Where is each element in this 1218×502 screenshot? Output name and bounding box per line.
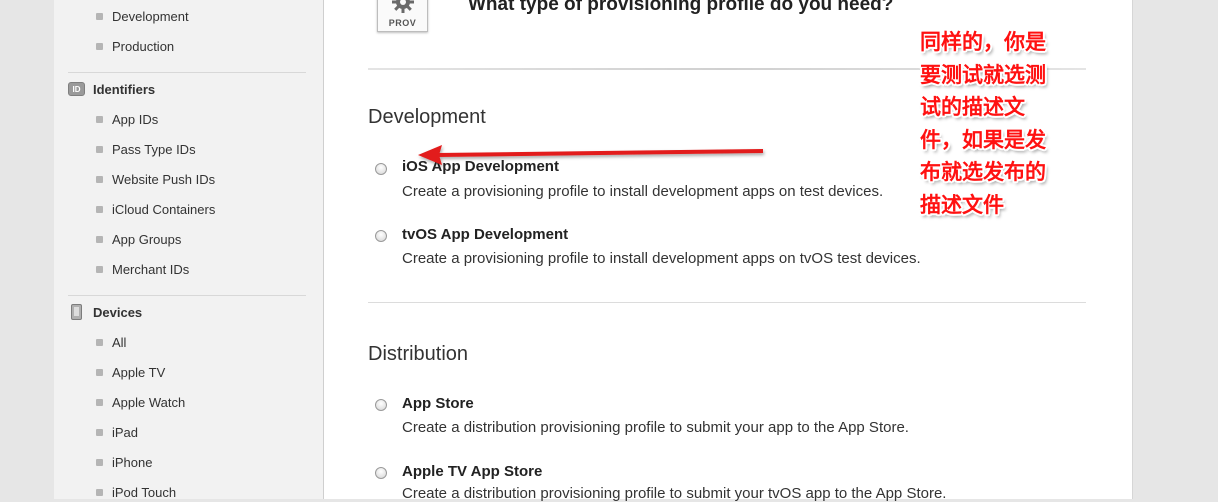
annotation-line: 要测试就选测 [920,62,1046,87]
sidebar-item-label: iPad [112,424,139,440]
option-title-ios-app-development[interactable]: iOS App Development [402,158,559,175]
sidebar-item-app-groups[interactable]: App Groups [96,229,181,249]
sidebar-item-label: iCloud Containers [112,201,216,217]
sidebar-item-label: Production [112,38,175,54]
sidebar-item-label: Pass Type IDs [112,141,196,157]
icon-label: PROV [388,18,417,28]
sidebar-section-devices[interactable]: Devices [68,301,142,323]
section-title-distribution: Distribution [368,343,469,365]
annotation-line: 描述文件 [920,192,1004,217]
option-desc: Create a distribution provisioning profi… [402,485,947,502]
bullet-icon [96,338,103,346]
id-badge-icon: ID [68,82,85,96]
section-title: Devices [93,304,143,320]
sidebar-item-icloud-containers[interactable]: iCloud Containers [96,199,215,219]
bullet-icon [96,115,103,123]
sidebar-item-apple-watch[interactable]: Apple Watch [96,392,185,412]
sidebar-item-ipad[interactable]: iPad [96,422,138,442]
radio-ios-app-development[interactable] [375,163,387,175]
page-title: What type of provisioning profile do you… [468,0,894,15]
radio-apple-tv-app-store[interactable] [375,467,387,479]
bullet-icon [96,175,103,183]
sidebar-item-label: iPhone [112,454,153,470]
bullet-icon [96,428,103,436]
sidebar-item-merchant-ids[interactable]: Merchant IDs [96,259,189,279]
sidebar-item-production[interactable]: Production [96,36,174,56]
bullet-icon [96,235,103,243]
sidebar-section-identifiers[interactable]: ID Identifiers [68,78,155,100]
sidebar-item-label: Apple Watch [112,394,186,410]
sidebar-item-label: All [112,334,127,350]
sidebar-item-apple-tv[interactable]: Apple TV [96,362,165,382]
bullet-icon [96,488,103,496]
option-title-apple-tv-app-store[interactable]: Apple TV App Store [402,463,542,480]
bullet-icon [96,265,103,273]
sidebar-item-ipod-touch[interactable]: iPod Touch [96,482,176,502]
sidebar-item-label: Apple TV [112,364,166,380]
radio-tvos-app-development[interactable] [375,230,387,242]
bullet-icon [96,205,103,213]
bullet-icon [96,42,103,50]
gear-icon [392,0,414,13]
sidebar-divider [68,295,306,296]
option-desc: Create a provisioning profile to install… [402,250,921,267]
section-title-development: Development [368,106,486,128]
sidebar-item-label: iPod Touch [112,484,177,500]
annotation-line: 同样的，你是 [920,30,1046,54]
sidebar-item-pass-type-ids[interactable]: Pass Type IDs [96,139,196,159]
annotation-text: 同样的，你是 要测试就选测 试的描述文 件，如果是发 布就选发布的 描述文件 [920,26,1080,221]
device-icon [71,304,82,320]
bullet-icon [96,368,103,376]
sidebar-divider [68,72,306,73]
option-title-app-store[interactable]: App Store [402,395,474,412]
sidebar-item-label: Merchant IDs [112,261,190,277]
annotation-line: 布就选发布的 [920,160,1046,184]
bullet-icon [96,12,103,20]
bullet-icon [96,398,103,406]
sidebar-item-label: App Groups [112,231,182,247]
sidebar-item-label: Website Push IDs [112,171,216,187]
section-title: Identifiers [93,81,156,97]
bullet-icon [96,145,103,153]
sidebar-item-development[interactable]: Development [96,6,189,26]
sidebar-item-label: App IDs [112,111,159,127]
provisioning-profile-icon: PROV [377,0,428,32]
option-title-tvos-app-development[interactable]: tvOS App Development [402,226,568,243]
bullet-icon [96,458,103,466]
annotation-line: 件，如果是发 [920,127,1046,152]
sidebar-item-iphone[interactable]: iPhone [96,452,152,472]
sidebar: Development Production ID Identifiers Ap… [54,0,324,502]
sidebar-item-all[interactable]: All [96,332,126,352]
sidebar-item-label: Development [112,8,189,24]
option-desc: Create a distribution provisioning profi… [402,419,909,436]
sidebar-item-website-push-ids[interactable]: Website Push IDs [96,169,215,189]
sidebar-item-app-ids[interactable]: App IDs [96,109,158,129]
option-desc: Create a provisioning profile to install… [402,183,884,200]
annotation-line: 试的描述文 [920,95,1025,119]
section-divider [368,302,1086,303]
radio-app-store[interactable] [375,399,387,411]
